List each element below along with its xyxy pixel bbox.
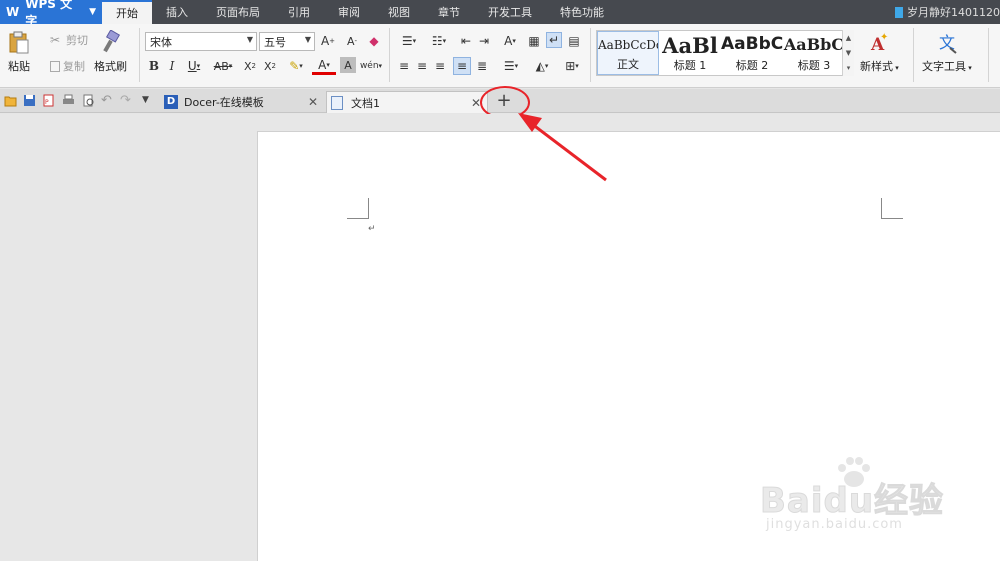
document-icon bbox=[331, 95, 343, 110]
app-menu-button[interactable]: W WPS 文字 ▼ bbox=[0, 0, 102, 28]
menu-page-layout[interactable]: 页面布局 bbox=[202, 0, 274, 24]
superscript-icon[interactable]: X2 bbox=[242, 57, 258, 75]
align-left-icon[interactable]: ≡ bbox=[396, 57, 412, 75]
cut-button[interactable]: ✂ 剪切 bbox=[50, 32, 88, 48]
style-normal[interactable]: AaBbCcDd 正文 bbox=[597, 31, 659, 75]
user-name: 岁月静好1401120 bbox=[907, 6, 1000, 19]
increase-indent-icon[interactable]: ⇥ bbox=[476, 32, 492, 50]
print-icon[interactable] bbox=[62, 94, 75, 107]
quick-access-dropdown-icon[interactable]: ▼ bbox=[142, 94, 155, 107]
style-heading-1[interactable]: AaBl 标题 1 bbox=[659, 31, 721, 75]
distributed-icon[interactable]: ≣ bbox=[474, 57, 490, 75]
font-name-select[interactable]: 宋体 ▼ bbox=[145, 32, 257, 51]
chevron-down-icon[interactable]: ▼ bbox=[846, 49, 851, 57]
font-color-icon[interactable]: A ▾ bbox=[312, 57, 336, 75]
menu-view[interactable]: 视图 bbox=[374, 0, 424, 24]
styles-scroll[interactable]: ▲ ▼ ▾ bbox=[842, 30, 854, 76]
margin-corner-mark bbox=[347, 198, 369, 219]
menu-developer[interactable]: 开发工具 bbox=[474, 0, 546, 24]
copy-icon bbox=[50, 60, 60, 72]
align-center-icon[interactable]: ≡ bbox=[414, 57, 430, 75]
wps-logo-icon: W bbox=[6, 5, 20, 19]
expand-icon[interactable]: ▾ bbox=[847, 64, 851, 72]
baidu-watermark: Baidu经验 jingyan.baidu.com bbox=[759, 455, 950, 545]
menu-special-features[interactable]: 特色功能 bbox=[546, 0, 618, 24]
decrease-indent-icon[interactable]: ⇤ bbox=[458, 32, 474, 50]
docer-icon: D bbox=[164, 95, 178, 109]
borders-icon[interactable]: ⊞ ▾ bbox=[560, 57, 584, 75]
line-spacing-icon[interactable]: ☰ ▾ bbox=[498, 57, 524, 75]
scissors-icon: ✂ bbox=[50, 32, 61, 47]
format-painter-button[interactable]: 格式刷 bbox=[94, 30, 127, 74]
text-direction-icon[interactable]: A ▾ bbox=[498, 32, 522, 50]
styles-gallery: AaBbCcDd 正文 AaBl 标题 1 AaBbC 标题 2 AaBbC 标… bbox=[596, 30, 854, 76]
watermark-url: jingyan.baidu.com bbox=[766, 517, 903, 532]
user-account[interactable]: 岁月静好1401120 bbox=[895, 0, 1000, 24]
user-icon bbox=[895, 6, 903, 18]
ribbon-toolbar: 粘贴 ✂ 剪切 复制 格式刷 宋体 ▼ 五号 ▼ A + A- ◆ B I U ▾ AB… bbox=[0, 24, 1000, 88]
bold-icon[interactable]: B bbox=[146, 57, 162, 75]
tab-docer-templates[interactable]: D Docer-在线模板 ✕ bbox=[160, 91, 324, 113]
phonetic-guide-icon[interactable]: wén ▾ bbox=[360, 57, 382, 75]
watermark-brand: Baidu经验 bbox=[759, 481, 945, 522]
new-style-button[interactable]: A ✦ 新样式 ▾ bbox=[860, 30, 899, 74]
menu-section[interactable]: 章节 bbox=[424, 0, 474, 24]
style-heading-2[interactable]: AaBbC 标题 2 bbox=[721, 31, 783, 75]
paste-button[interactable]: 粘贴 bbox=[8, 30, 30, 74]
menu-review[interactable]: 审阅 bbox=[324, 0, 374, 24]
numbering-icon[interactable]: ☷ ▾ bbox=[426, 32, 452, 50]
save-icon[interactable] bbox=[23, 94, 36, 107]
strikethrough-icon[interactable]: AB ▾ bbox=[210, 57, 236, 75]
paste-icon bbox=[9, 31, 29, 54]
undo-icon[interactable]: ↶ bbox=[101, 94, 114, 107]
svg-text:P: P bbox=[45, 99, 49, 106]
print-preview-icon[interactable] bbox=[82, 94, 95, 107]
paragraph-settings-icon[interactable]: ▤ bbox=[566, 32, 582, 50]
subscript-icon[interactable]: X2 bbox=[262, 57, 278, 75]
style-heading-3[interactable]: AaBbC 标题 3 bbox=[783, 31, 845, 75]
show-marks-icon[interactable]: ↵ bbox=[546, 32, 562, 48]
brush-icon bbox=[102, 30, 120, 53]
shading-icon[interactable]: ◭ ▾ bbox=[530, 57, 554, 75]
text-tools-button[interactable]: 文 文字工具 ▾ bbox=[922, 30, 972, 74]
paragraph-mark-icon: ↵ bbox=[368, 224, 376, 234]
align-right-icon[interactable]: ≡ bbox=[432, 57, 448, 75]
underline-icon[interactable]: U ▾ bbox=[184, 57, 204, 75]
open-folder-icon[interactable] bbox=[4, 94, 17, 107]
chevron-down-icon: ▼ bbox=[246, 35, 253, 44]
margin-corner-mark bbox=[881, 198, 903, 219]
grow-font-icon[interactable]: A + bbox=[320, 32, 336, 50]
chevron-down-icon: ▼ bbox=[304, 35, 311, 44]
tab-document-1[interactable]: 文档1 ✕ bbox=[326, 91, 488, 113]
pdf-icon[interactable]: P bbox=[42, 94, 55, 107]
shrink-font-icon[interactable]: A- bbox=[344, 32, 360, 50]
menu-bar: W WPS 文字 ▼ 开始 插入 页面布局 引用 审阅 视图 章节 开发工具 特… bbox=[0, 0, 1000, 28]
table-icon[interactable]: ▦ bbox=[526, 32, 542, 50]
italic-icon[interactable]: I bbox=[164, 57, 180, 75]
close-icon[interactable]: ✕ bbox=[308, 95, 318, 109]
redo-icon[interactable]: ↷ bbox=[120, 94, 133, 107]
menu-insert[interactable]: 插入 bbox=[152, 0, 202, 24]
font-size-select[interactable]: 五号 ▼ bbox=[259, 32, 315, 51]
chevron-down-icon: ▼ bbox=[89, 7, 96, 17]
justify-icon[interactable]: ≡ bbox=[453, 57, 471, 75]
text-tools-icon: 文 bbox=[939, 33, 957, 54]
new-style-icon: A ✦ bbox=[870, 32, 888, 54]
menu-references[interactable]: 引用 bbox=[274, 0, 324, 24]
bullets-icon[interactable]: ☰ ▾ bbox=[396, 32, 422, 50]
svg-text:✦: ✦ bbox=[880, 32, 888, 43]
copy-button[interactable]: 复制 bbox=[50, 58, 85, 74]
chevron-up-icon[interactable]: ▲ bbox=[846, 34, 851, 42]
clear-format-icon[interactable]: ◆ bbox=[366, 32, 382, 50]
paste-label: 粘贴 bbox=[8, 60, 30, 73]
highlight-icon[interactable]: ✎ ▾ bbox=[284, 57, 308, 75]
menu-home[interactable]: 开始 bbox=[102, 0, 152, 24]
char-shading-icon[interactable]: A bbox=[340, 57, 356, 73]
